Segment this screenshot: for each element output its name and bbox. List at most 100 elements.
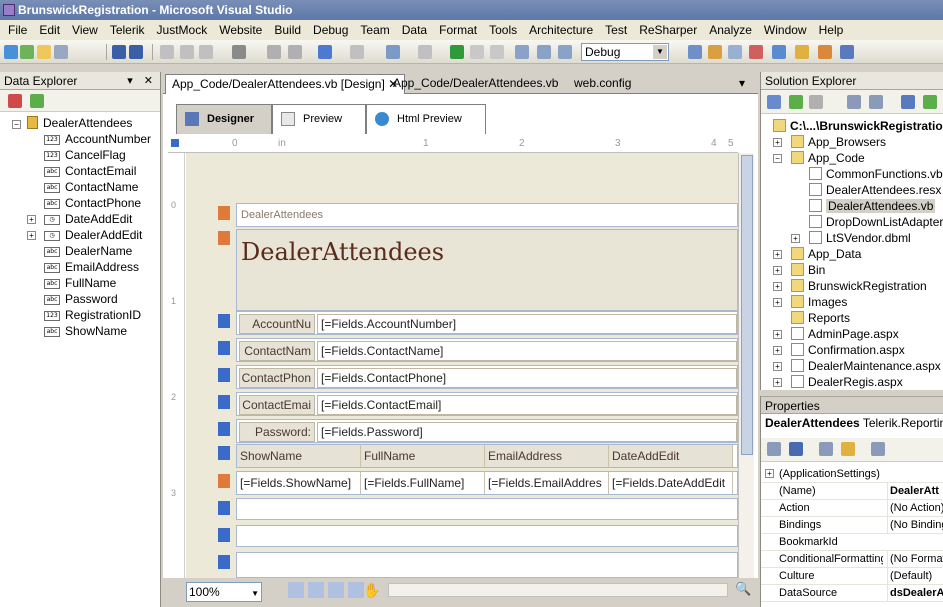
field-textbox[interactable]: [=Fields.ContactPhone] [317,368,737,388]
solution-item[interactable]: C:\...\BrunswickRegistration [773,118,943,134]
properties-view-icon[interactable] [819,442,833,456]
property-value[interactable]: (Default) [887,568,943,584]
tab-html-preview[interactable]: Html Preview [366,104,486,134]
field-label[interactable]: ContactNam [239,341,315,361]
pan-hand-icon[interactable]: ✋ [363,582,380,598]
menu-item-build[interactable]: Build [268,23,307,37]
property-row[interactable]: ConditionalFormatting (No Format [761,551,943,568]
table-header-cell[interactable]: FullName [361,445,485,467]
table-detail-row[interactable]: [=Fields.ShowName] [=Fields.FullName] [=Fi… [236,471,738,495]
field-label[interactable]: AccountNu [239,314,315,334]
menu-item-view[interactable]: View [66,23,104,37]
field-label[interactable]: Password: [239,422,315,442]
start-page-icon[interactable] [772,45,786,59]
properties-icon[interactable] [708,45,722,59]
detail-row[interactable]: ContactEmai [=Fields.ContactEmail] [236,392,738,416]
pause-icon[interactable] [470,45,484,59]
solution-item[interactable]: + DealerMaintenance.aspx [773,358,941,374]
property-pages-icon[interactable] [871,442,885,456]
field-item[interactable]: 123 RegistrationID [30,308,141,323]
menu-item-justmock[interactable]: JustMock [151,23,214,37]
add-new-item-icon[interactable] [54,45,68,59]
solution-configuration-select[interactable]: Debug ▼ [581,43,669,61]
vertical-scrollbar[interactable] [738,153,754,578]
properties-icon[interactable] [767,95,781,109]
table-header-cell[interactable]: ShowName [237,445,361,467]
expand-icon[interactable]: + [773,266,782,275]
alphabetical-icon[interactable] [789,442,803,456]
table-header-cell[interactable]: DateAddEdit [609,445,733,467]
field-item[interactable]: + ◷ DateAddEdit [27,212,132,227]
detail-row[interactable]: AccountNu [=Fields.AccountNumber] [236,311,738,335]
field-textbox[interactable]: [=Fields.ContactName] [317,341,737,361]
step-into-icon[interactable] [515,45,529,59]
tab-preview[interactable]: Preview [272,104,366,134]
menu-item-file[interactable]: File [2,23,33,37]
menu-item-data[interactable]: Data [396,23,433,37]
field-textbox[interactable]: [=Fields.AccountNumber] [317,314,737,334]
field-textbox[interactable]: [=Fields.ContactEmail] [317,395,737,415]
command-window-icon[interactable] [840,45,854,59]
grid-icon[interactable] [288,582,304,598]
expand-icon[interactable]: + [773,362,782,371]
solution-item[interactable]: + BrunswickRegistration [773,278,927,294]
report-title-textbox[interactable]: DealerAttendees [241,238,444,266]
menu-item-debug[interactable]: Debug [307,23,354,37]
menu-item-architecture[interactable]: Architecture [523,23,599,37]
refresh-icon[interactable] [30,94,44,108]
property-row[interactable]: Culture (Default) [761,568,943,585]
field-item[interactable]: abc DealerName [30,244,132,259]
expand-icon[interactable]: + [773,138,782,147]
solution-item[interactable]: + DealerRegis.aspx [773,374,903,390]
solution-item[interactable]: Reports [791,310,850,326]
menu-item-edit[interactable]: Edit [33,23,66,37]
object-selector[interactable]: DealerAttendees Telerik.Reporting [765,416,943,430]
zoom-select[interactable]: 100% ▼ [186,582,262,602]
expand-icon[interactable]: + [773,378,782,387]
menu-item-telerik[interactable]: Telerik [104,23,151,37]
save-all-icon[interactable] [129,45,143,59]
field-label[interactable]: ContactEmai [239,395,315,415]
table-data-cell[interactable]: [=Fields.ShowName] [237,472,361,494]
empty-section[interactable] [236,525,738,547]
property-value[interactable]: (No Format [887,551,943,567]
property-row[interactable]: (Name) DealerAtt [761,483,943,500]
expand-icon[interactable]: + [773,298,782,307]
extension-manager-icon[interactable] [795,45,809,59]
comment-icon[interactable] [267,45,281,59]
tab-designer[interactable]: Designer [176,104,272,134]
field-item[interactable]: abc ContactPhone [30,196,141,211]
page-header-textbox[interactable]: DealerAttendees [241,209,323,221]
view-code-icon[interactable] [847,95,861,109]
tree-root-dealerattendees[interactable]: − DealerAttendees [12,116,132,131]
expand-icon[interactable]: + [27,215,36,224]
tab-designer-file[interactable]: App_Code/DealerAttendees.vb [Design] ✕ [165,74,406,94]
uncomment-icon[interactable] [288,45,302,59]
start-debugging-icon[interactable] [450,45,464,59]
report-header-section[interactable]: DealerAttendees [236,229,738,311]
pane-buttons[interactable]: ▾ ✕ [127,72,157,89]
solution-item[interactable]: + Bin [773,262,825,278]
solution-explorer-icon[interactable] [688,45,702,59]
field-item[interactable]: abc Password [30,292,118,307]
detail-row[interactable]: ContactPhon [=Fields.ContactPhone] [236,365,738,389]
paste-icon[interactable] [199,45,213,59]
property-row[interactable]: + (ApplicationSettings) [761,466,943,483]
redo-icon[interactable] [350,45,364,59]
snap-to-lines-icon[interactable] [328,582,344,598]
menu-item-window[interactable]: Window [758,23,813,37]
collapse-icon[interactable]: − [773,154,782,163]
expand-icon[interactable]: + [773,330,782,339]
collapse-icon[interactable]: − [12,120,21,129]
field-textbox[interactable]: [=Fields.Password] [317,422,737,442]
solution-item[interactable]: DropDownListAdapter.v [809,214,943,230]
solution-item[interactable]: − App_Code [773,150,865,166]
table-data-cell[interactable]: [=Fields.EmailAddres [485,472,609,494]
refresh-icon[interactable] [789,95,803,109]
table-data-cell[interactable]: [=Fields.FullName] [361,472,485,494]
expand-icon[interactable]: + [773,282,782,291]
menu-item-resharper[interactable]: ReSharper [633,23,703,37]
asp-config-icon[interactable] [923,95,937,109]
expand-icon[interactable]: + [773,346,782,355]
cut-icon[interactable] [160,45,174,59]
